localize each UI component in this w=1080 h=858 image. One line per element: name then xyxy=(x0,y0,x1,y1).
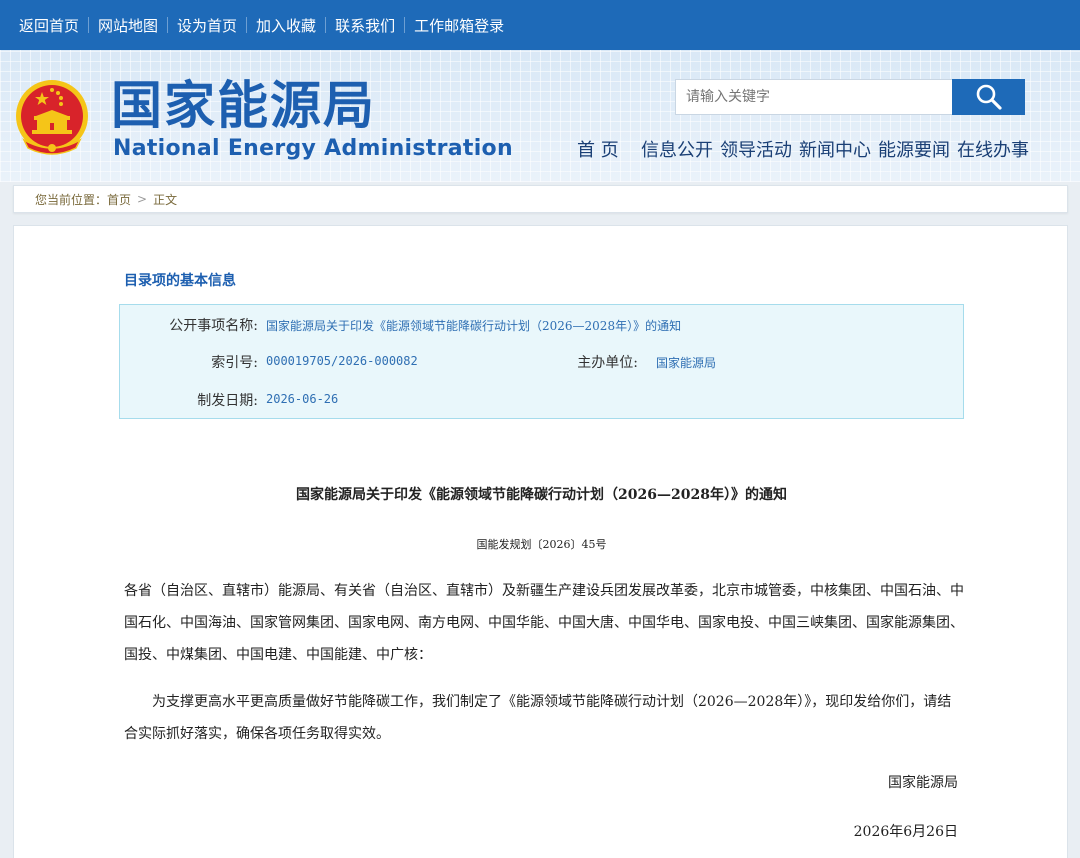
breadcrumb-separator: > xyxy=(137,192,148,206)
breadcrumb-current: 正文 xyxy=(153,192,178,207)
document-sign-date: 2026年6月26日 xyxy=(853,824,958,840)
topnav-mail-login-link[interactable]: 工作邮箱登录 xyxy=(414,15,504,36)
nav-energy-news[interactable]: 能源要闻 xyxy=(878,136,950,162)
top-nav-bar: 返回首页 网站地图 设为首页 加入收藏 联系我们 工作邮箱登录 xyxy=(0,0,1080,50)
breadcrumb: 您当前位置： 首页 > 正文 xyxy=(13,185,1068,213)
topnav-divider xyxy=(325,17,327,33)
nav-home[interactable]: 首 页 xyxy=(577,136,619,162)
info-metadata-box: 公开事项名称: 国家能源局关于印发《能源领域节能降碳行动计划（2026—2028… xyxy=(119,304,964,419)
topnav-divider xyxy=(88,17,90,33)
topnav-divider xyxy=(404,17,406,33)
topnav-sitemap-link[interactable]: 网站地图 xyxy=(98,15,158,36)
search-icon xyxy=(976,84,1002,110)
info-date-label: 制发日期: xyxy=(197,393,258,409)
info-org-label: 主办单位: xyxy=(577,355,638,371)
nav-online-services[interactable]: 在线办事 xyxy=(957,136,1029,162)
nav-news-center[interactable]: 新闻中心 xyxy=(799,136,871,162)
document-title: 国家能源局关于印发《能源领域节能降碳行动计划（2026—2028年）》的通知 xyxy=(296,487,787,503)
search-button[interactable] xyxy=(952,79,1025,115)
topnav-divider xyxy=(246,17,248,33)
document-recipients: 各省（自治区、直辖市）能源局、有关省（自治区、直辖市）及新疆生产建设兵团发展改革… xyxy=(124,583,964,663)
info-name-value: 国家能源局关于印发《能源领域节能降碳行动计划（2026—2028年）》的通知 xyxy=(266,319,682,333)
document-body: 为支撑更高水平更高质量做好节能降碳工作，我们制定了《能源领域节能降碳行动计划（2… xyxy=(124,694,952,742)
topnav-home-link[interactable]: 返回首页 xyxy=(19,15,79,36)
nav-leadership-activities[interactable]: 领导活动 xyxy=(720,136,792,162)
article-card: 目录项的基本信息 公开事项名称: 国家能源局关于印发《能源领域节能降碳行动计划（… xyxy=(13,225,1068,858)
site-header: 国家能源局 National Energy Administration 首 页… xyxy=(0,50,1080,182)
breadcrumb-home-link[interactable]: 首页 xyxy=(107,191,131,208)
document-signature: 国家能源局 xyxy=(888,775,958,791)
search-input[interactable] xyxy=(675,79,953,115)
info-name-label: 公开事项名称: xyxy=(169,318,258,334)
info-section-title: 目录项的基本信息 xyxy=(124,273,236,289)
topnav-set-homepage-link[interactable]: 设为首页 xyxy=(177,15,237,36)
info-date-value: 2026-06-26 xyxy=(266,392,339,406)
topnav-bookmark-link[interactable]: 加入收藏 xyxy=(256,15,316,36)
site-logo-english[interactable]: National Energy Administration xyxy=(113,136,513,162)
topnav-divider xyxy=(167,17,169,33)
topnav-contact-link[interactable]: 联系我们 xyxy=(335,15,395,36)
info-index-label: 索引号: xyxy=(211,355,258,371)
national-emblem-icon[interactable] xyxy=(14,78,90,158)
info-org-value: 国家能源局 xyxy=(656,356,717,370)
document-number: 国能发规划〔2026〕45号 xyxy=(476,538,607,551)
info-index-value: 000019705/2026-000082 xyxy=(266,354,418,368)
breadcrumb-prefix: 您当前位置： xyxy=(35,192,108,207)
site-logo-chinese[interactable]: 国家能源局 xyxy=(111,77,376,137)
nav-info-disclosure[interactable]: 信息公开 xyxy=(641,136,713,162)
